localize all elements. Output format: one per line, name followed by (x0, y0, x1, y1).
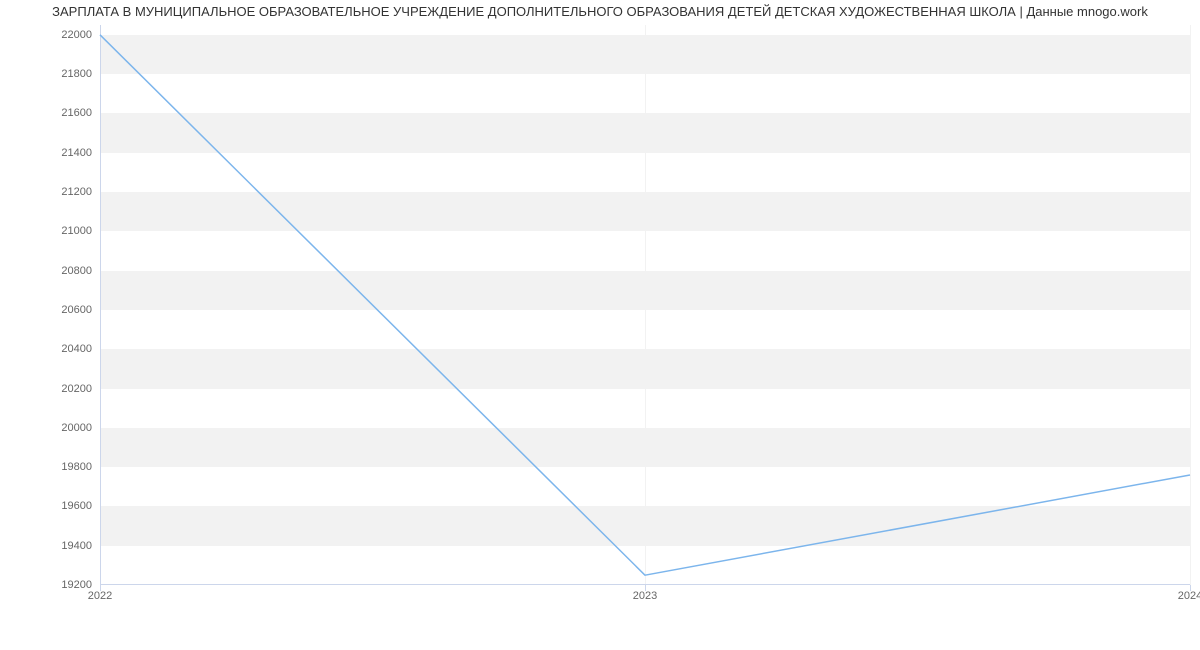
y-tick-label: 21800 (10, 68, 100, 80)
y-tick-label: 19200 (10, 579, 100, 591)
y-tick-label: 21200 (10, 186, 100, 198)
chart-title: ЗАРПЛАТА В МУНИЦИПАЛЬНОЕ ОБРАЗОВАТЕЛЬНОЕ… (0, 4, 1200, 19)
y-tick-label: 20200 (10, 383, 100, 395)
y-tick-label: 22000 (10, 29, 100, 41)
y-tick-label: 20600 (10, 304, 100, 316)
x-tick-label: 2022 (88, 590, 112, 602)
plot-area (100, 25, 1190, 585)
chart-container: ЗАРПЛАТА В МУНИЦИПАЛЬНОЕ ОБРАЗОВАТЕЛЬНОЕ… (0, 0, 1200, 650)
y-tick-label: 21600 (10, 107, 100, 119)
y-tick-label: 21000 (10, 225, 100, 237)
y-tick-label: 19800 (10, 461, 100, 473)
y-tick-label: 20800 (10, 265, 100, 277)
y-tick-label: 19400 (10, 540, 100, 552)
x-tick-label: 2024 (1178, 590, 1200, 602)
grid-line-vertical (1190, 25, 1191, 585)
y-tick-label: 19600 (10, 500, 100, 512)
y-tick-label: 20400 (10, 343, 100, 355)
y-tick-label: 20000 (10, 422, 100, 434)
x-tick-label: 2023 (633, 590, 657, 602)
y-tick-label: 21400 (10, 147, 100, 159)
data-line (100, 25, 1190, 585)
